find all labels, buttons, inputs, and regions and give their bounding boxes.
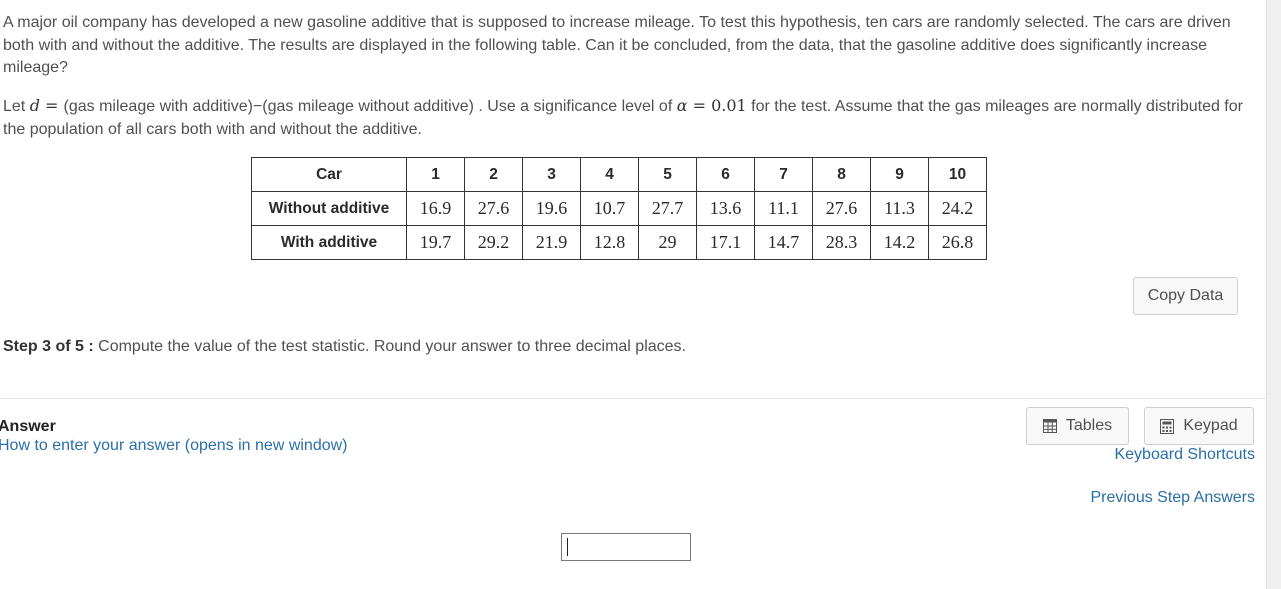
without-additive-row: Without additive 16.9 27.6 19.6 10.7 27.…	[251, 191, 987, 226]
definition-expression: (gas mileage with additive)−(gas mileage…	[63, 98, 677, 115]
keypad-label: Keypad	[1183, 417, 1238, 434]
section-divider	[0, 398, 1266, 399]
alpha-symbol: α	[676, 96, 688, 115]
without-value: 11.1	[754, 191, 813, 226]
table-grid-icon	[1042, 419, 1057, 433]
mileage-table: Car 1 2 3 4 5 6 7 8 9 10 Without additiv…	[251, 157, 987, 260]
row-label-with: With additive	[251, 225, 407, 260]
with-value: 29.2	[464, 225, 523, 260]
without-value: 11.3	[870, 191, 929, 226]
text-caret	[567, 538, 568, 556]
without-value: 10.7	[580, 191, 639, 226]
car-number: 3	[522, 157, 581, 192]
with-value: 19.7	[406, 225, 465, 260]
car-number: 8	[812, 157, 871, 192]
without-value: 27.6	[812, 191, 871, 226]
without-value: 13.6	[696, 191, 755, 226]
alpha-equals: =	[687, 96, 712, 115]
with-value: 21.9	[522, 225, 581, 260]
step-label: Step 3 of 5 :	[3, 338, 94, 355]
with-value: 28.3	[812, 225, 871, 260]
keypad-icon	[1160, 418, 1175, 434]
page-scrollbar[interactable]	[1266, 0, 1281, 589]
how-to-enter-answer-link[interactable]: How to enter your answer (opens in new w…	[0, 437, 348, 455]
car-number: 7	[754, 157, 813, 192]
without-value: 27.6	[464, 191, 523, 226]
answer-input[interactable]	[561, 533, 691, 561]
without-value: 16.9	[406, 191, 465, 226]
with-additive-row: With additive 19.7 29.2 21.9 12.8 29 17.…	[251, 225, 987, 260]
car-number: 5	[638, 157, 697, 192]
header-row: Car 1 2 3 4 5 6 7 8 9 10	[251, 157, 987, 192]
keyboard-shortcuts-link[interactable]: Keyboard Shortcuts	[1114, 446, 1255, 464]
row-label-without: Without additive	[251, 191, 407, 226]
tables-label: Tables	[1065, 417, 1113, 434]
car-number: 2	[464, 157, 523, 192]
step-text: Compute the value of the test statistic.…	[93, 338, 686, 355]
header-label: Car	[251, 157, 407, 192]
with-value: 14.7	[754, 225, 813, 260]
with-value: 12.8	[580, 225, 639, 260]
car-number: 1	[406, 157, 465, 192]
step-instruction: Step 3 of 5 : Compute the value of the t…	[3, 338, 686, 356]
previous-step-answers-link[interactable]: Previous Step Answers	[1090, 489, 1255, 507]
variable-definition: Let d = (gas mileage with additive)−(gas…	[3, 95, 1243, 141]
tables-button[interactable]: Tables	[1026, 407, 1129, 445]
car-number: 9	[870, 157, 929, 192]
with-value: 17.1	[696, 225, 755, 260]
car-number: 10	[928, 157, 987, 192]
without-value: 24.2	[928, 191, 987, 226]
copy-data-button[interactable]: Copy Data	[1133, 277, 1238, 315]
problem-statement: A major oil company has developed a new …	[3, 14, 1231, 76]
alpha-value: 0.01	[711, 96, 747, 115]
with-value: 26.8	[928, 225, 987, 260]
answer-heading: Answer	[0, 418, 56, 435]
car-number: 4	[580, 157, 639, 192]
without-value: 27.7	[638, 191, 697, 226]
definition-prefix: Let	[3, 98, 30, 115]
without-value: 19.6	[522, 191, 581, 226]
car-number: 6	[696, 157, 755, 192]
with-value: 29	[638, 225, 697, 260]
equals-sign: =	[39, 96, 64, 115]
keypad-button[interactable]: Keypad	[1144, 407, 1254, 445]
with-value: 14.2	[870, 225, 929, 260]
variable-d: d	[29, 96, 40, 115]
